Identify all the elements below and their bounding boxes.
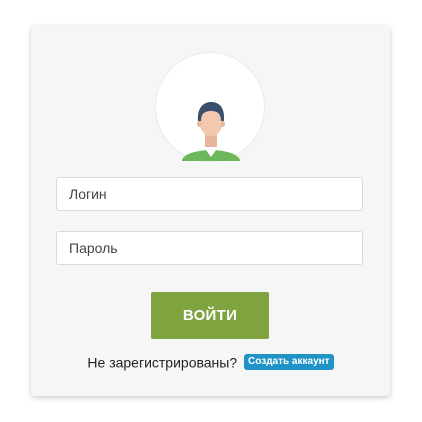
user-avatar-icon — [182, 102, 240, 161]
login-card: ВОЙТИ Не зарегистрированы? Создать аккау… — [31, 26, 390, 396]
create-account-link[interactable]: Создать аккаунт — [244, 354, 334, 371]
register-prompt-line: Не зарегистрированы? Создать аккаунт — [31, 353, 390, 371]
password-field[interactable] — [56, 231, 363, 265]
register-prompt-text: Не зарегистрированы? — [87, 354, 238, 371]
login-field[interactable] — [56, 177, 363, 211]
avatar — [156, 53, 264, 161]
login-input[interactable] — [57, 178, 362, 210]
login-button[interactable]: ВОЙТИ — [151, 292, 269, 339]
password-input[interactable] — [57, 232, 362, 264]
